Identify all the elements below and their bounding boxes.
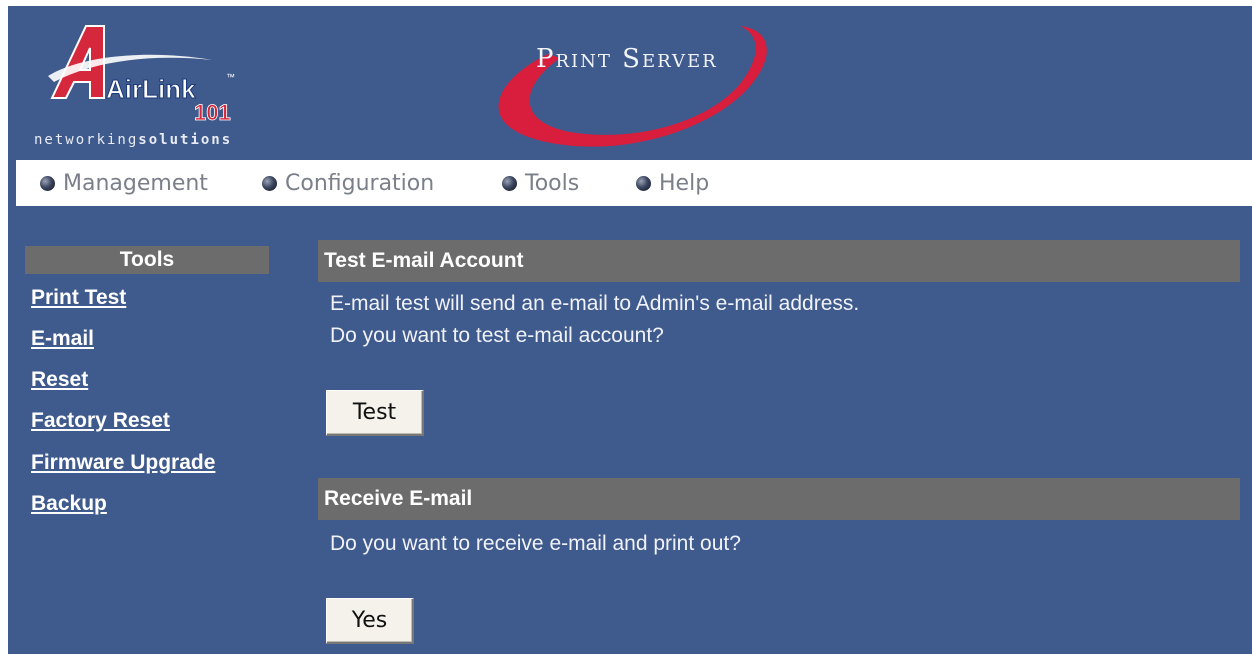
nav-tools[interactable]: Tools — [502, 160, 579, 206]
logo-tagline-light: networking — [34, 132, 139, 148]
page-frame: AirLink ™ 101 networkingsolutions Print … — [8, 6, 1252, 654]
test-button[interactable]: Test — [326, 390, 424, 436]
brand-title: Print Server — [536, 44, 718, 74]
nav-label: Configuration — [285, 170, 435, 196]
bullet-icon — [40, 175, 55, 191]
sidebar-link-backup[interactable]: Backup — [31, 492, 107, 516]
section-title-test-email: Test E-mail Account — [318, 240, 1240, 282]
nav-management[interactable]: Management — [40, 160, 208, 206]
nav-label: Help — [659, 170, 710, 196]
section-title-receive-email: Receive E-mail — [318, 478, 1240, 520]
yes-button[interactable]: Yes — [326, 598, 414, 644]
logo-tagline-bold: solutions — [138, 132, 233, 148]
test-email-description: E-mail test will send an e-mail to Admin… — [330, 292, 860, 315]
sidebar-link-factory-reset[interactable]: Factory Reset — [31, 409, 170, 433]
airlink-logo: AirLink ™ 101 — [48, 25, 235, 125]
brand-swoosh — [498, 26, 767, 147]
sidebar-link-reset[interactable]: Reset — [31, 368, 88, 392]
nav-help[interactable]: Help — [636, 160, 709, 206]
bullet-icon — [262, 175, 277, 191]
nav-label: Tools — [525, 170, 580, 196]
top-nav: Management Configuration Tools Help — [16, 160, 1252, 206]
bullet-icon — [502, 175, 517, 191]
nav-label: Management — [63, 170, 208, 196]
logo-tm: ™ — [226, 72, 235, 82]
sidebar-link-print-test[interactable]: Print Test — [31, 286, 126, 310]
logo-number: 101 — [194, 100, 231, 125]
test-email-question: Do you want to test e-mail account? — [330, 324, 664, 347]
sidebar-link-firmware-upgrade[interactable]: Firmware Upgrade — [31, 451, 215, 475]
nav-configuration[interactable]: Configuration — [262, 160, 434, 206]
bullet-icon — [636, 175, 651, 191]
logo-tagline: networkingsolutions — [34, 132, 232, 148]
sidebar-link-email[interactable]: E-mail — [31, 327, 94, 351]
logo-text: AirLink — [106, 74, 196, 104]
sidebar-title: Tools — [25, 246, 269, 274]
receive-email-question: Do you want to receive e-mail and print … — [330, 532, 741, 555]
